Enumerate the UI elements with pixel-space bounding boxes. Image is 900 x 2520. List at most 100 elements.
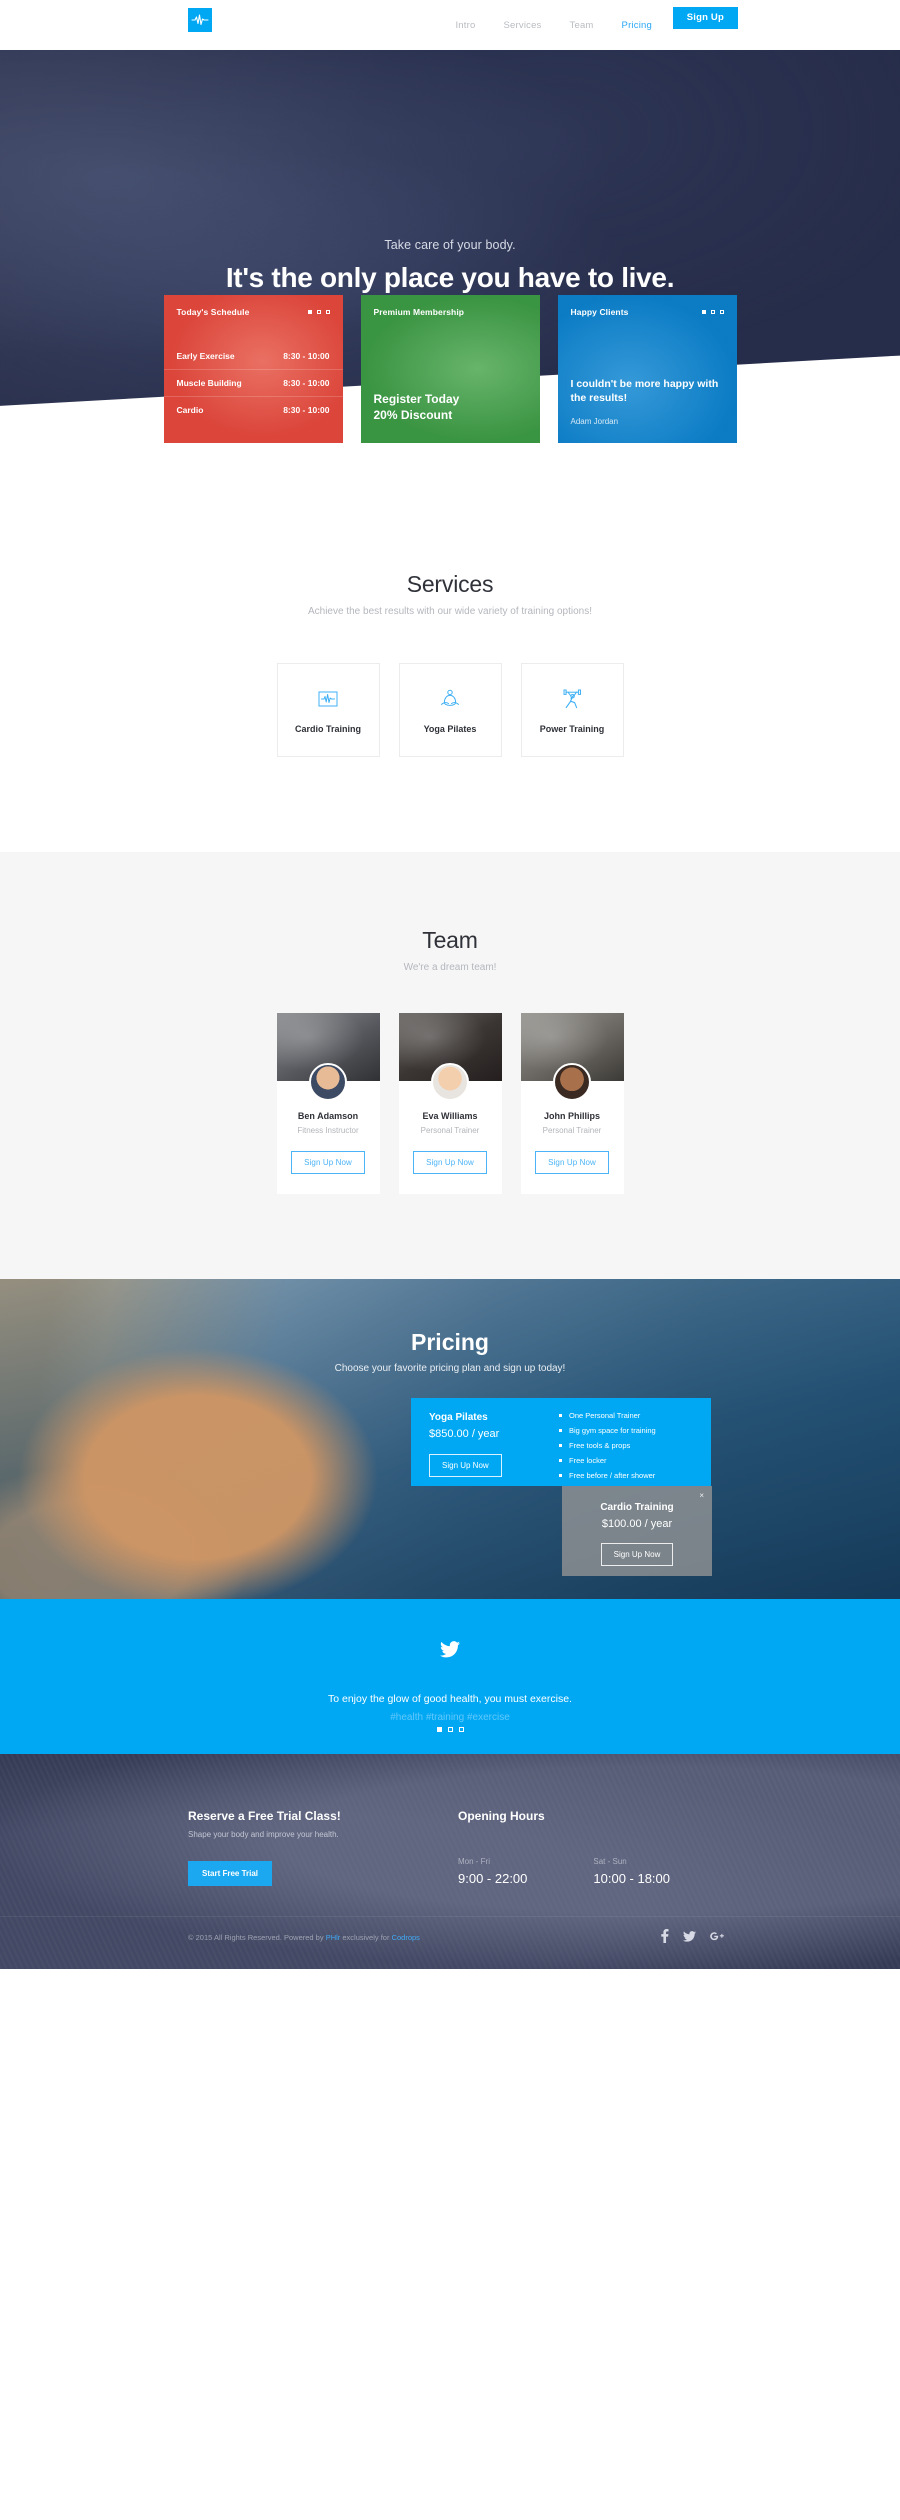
hours-weekday: Mon - Fri 9:00 - 22:00 <box>458 1857 527 1886</box>
schedule-row: Early Exercise 8:30 - 10:00 <box>164 343 343 369</box>
logo[interactable] <box>188 8 212 32</box>
tweet-text: To enjoy the glow of good health, you mu… <box>328 1693 572 1705</box>
plan-feature: One Personal Trainer <box>559 1411 656 1420</box>
team-signup-button[interactable]: Sign Up Now <box>413 1151 487 1174</box>
google-plus-icon[interactable] <box>710 1931 725 1945</box>
hero-title: It's the only place you have to live. <box>225 262 675 293</box>
team-card[interactable]: John Phillips Personal Trainer Sign Up N… <box>520 1013 624 1194</box>
feature-cards: Today's Schedule Early Exercise 8:30 - 1… <box>0 295 900 453</box>
heartbeat-icon <box>191 14 209 26</box>
schedule-card[interactable]: Today's Schedule Early Exercise 8:30 - 1… <box>163 295 343 443</box>
plan-price: $850.00 / year <box>429 1428 500 1440</box>
team-section: Team We're a dream team! Ben Adamson Fit… <box>0 852 900 1279</box>
plan-feature: Free tools & props <box>559 1441 656 1450</box>
team-title: Team <box>422 927 478 953</box>
services-subtitle: Achieve the best results with our wide v… <box>307 606 593 617</box>
landing-page: Intro Services Team Pricing Sign Up Take… <box>0 0 900 1969</box>
team-member-role: Fitness Instructor <box>297 1126 359 1135</box>
free-trial-heading: Reserve a Free Trial Class! <box>188 1809 341 1823</box>
carousel-dot[interactable] <box>436 1727 442 1732</box>
tweet-hashtags: #health #training #exercise <box>390 1712 510 1723</box>
team-member-name: Ben Adamson <box>297 1111 359 1121</box>
facebook-icon[interactable] <box>660 1929 669 1946</box>
client-quote: I couldn't be more happy with the result… <box>570 377 719 404</box>
pricing-plans: Yoga Pilates $850.00 / year Sign Up Now … <box>0 1398 900 1578</box>
plan-signup-button[interactable]: Sign Up Now <box>429 1454 502 1477</box>
schedule-row: Cardio 8:30 - 10:00 <box>163 396 343 423</box>
hours-weekend: Sat - Sun 10:00 - 18:00 <box>593 1857 670 1886</box>
schedule-row-name: Cardio <box>176 405 204 415</box>
membership-card-body: Register Today 20% Discount <box>374 391 460 423</box>
copyright-text: © 2015 All Rights Reserved. Powered by P… <box>188 1933 420 1942</box>
copyright-link-codrops[interactable]: Codrops <box>392 1933 420 1942</box>
plan-feature-list: One Personal Trainer Big gym space for t… <box>551 1398 656 1486</box>
clients-card-title: Happy Clients <box>570 307 629 317</box>
services-grid: Cardio Training Yoga Pilates Power Train… <box>0 663 900 757</box>
opening-hours-block: Opening Hours Mon - Fri 9:00 - 22:00 Sat… <box>458 1809 670 1886</box>
meditation-icon <box>439 686 461 712</box>
plan-feature: Free locker <box>559 1456 656 1465</box>
pricing-card-primary[interactable]: Yoga Pilates $850.00 / year Sign Up Now … <box>411 1398 711 1486</box>
plan-signup-button[interactable]: Sign Up Now <box>600 1543 674 1566</box>
services-section: Services Achieve the best results with o… <box>0 453 900 852</box>
hours-label: Mon - Fri <box>458 1857 490 1866</box>
team-card[interactable]: Eva Williams Personal Trainer Sign Up No… <box>398 1013 502 1194</box>
plan-name: Cardio Training <box>600 1502 674 1513</box>
membership-line-2: 20% Discount <box>373 407 453 422</box>
close-icon[interactable]: × <box>699 1491 704 1500</box>
service-card-yoga[interactable]: Yoga Pilates <box>398 663 502 757</box>
footer: Reserve a Free Trial Class! Shape your b… <box>0 1754 900 1969</box>
copyright-middle: exclusively for <box>340 1933 392 1942</box>
tweet-carousel-dots[interactable] <box>0 1727 900 1732</box>
nav-links: Intro Services Team Pricing <box>455 0 652 50</box>
start-free-trial-button[interactable]: Start Free Trial <box>188 1861 273 1886</box>
carousel-dot[interactable] <box>458 1727 464 1732</box>
service-label: Yoga Pilates <box>423 724 477 734</box>
team-grid: Ben Adamson Fitness Instructor Sign Up N… <box>0 1013 900 1194</box>
team-member-role: Personal Trainer <box>420 1126 480 1135</box>
schedule-row-time: 8:30 - 10:00 <box>283 378 330 388</box>
pricing-section: Pricing Choose your favorite pricing pla… <box>0 1279 900 1599</box>
plan-feature: Big gym space for training <box>559 1426 656 1435</box>
copyright-bar: © 2015 All Rights Reserved. Powered by P… <box>0 1916 900 1946</box>
free-trial-block: Reserve a Free Trial Class! Shape your b… <box>188 1809 458 1886</box>
service-label: Power Training <box>539 724 605 734</box>
service-label: Cardio Training <box>294 724 361 734</box>
pricing-subtitle: Choose your favorite pricing plan and si… <box>334 1363 566 1374</box>
service-card-power[interactable]: Power Training <box>520 663 624 757</box>
plan-name: Yoga Pilates <box>429 1412 488 1423</box>
clients-card-pagination[interactable] <box>701 310 724 314</box>
membership-card[interactable]: Premium Membership Register Today 20% Di… <box>360 295 540 443</box>
team-signup-button[interactable]: Sign Up Now <box>291 1151 365 1174</box>
nav-link-services[interactable]: Services <box>503 20 541 31</box>
team-signup-button[interactable]: Sign Up Now <box>535 1151 609 1174</box>
hours-value: 10:00 - 18:00 <box>593 1871 671 1886</box>
client-author: Adam Jordan <box>570 417 619 426</box>
schedule-row-time: 8:30 - 10:00 <box>283 351 330 361</box>
nav-link-pricing[interactable]: Pricing <box>622 20 652 31</box>
carousel-dot[interactable] <box>447 1727 453 1732</box>
nav-link-team[interactable]: Team <box>570 20 594 31</box>
nav-link-intro[interactable]: Intro <box>455 20 475 31</box>
schedule-row-name: Muscle Building <box>176 378 242 388</box>
plan-price: $100.00 / year <box>601 1518 673 1530</box>
avatar <box>553 1063 591 1101</box>
avatar <box>309 1063 347 1101</box>
schedule-card-pagination[interactable] <box>307 310 330 314</box>
service-card-cardio[interactable]: Cardio Training <box>276 663 380 757</box>
pricing-card-secondary[interactable]: × Cardio Training $100.00 / year Sign Up… <box>562 1486 712 1576</box>
hero-subtitle: Take care of your body. <box>384 238 516 252</box>
signup-button[interactable]: Sign Up <box>672 7 738 29</box>
membership-card-title: Premium Membership <box>373 307 465 317</box>
team-member-name: John Phillips <box>543 1111 600 1121</box>
schedule-row-name: Early Exercise <box>176 351 235 361</box>
clients-card[interactable]: Happy Clients I couldn't be more happy w… <box>557 295 737 443</box>
team-member-name: Eva Williams <box>422 1111 478 1121</box>
free-trial-text: Shape your body and improve your health. <box>188 1830 339 1839</box>
pricing-title: Pricing <box>411 1329 489 1355</box>
team-card[interactable]: Ben Adamson Fitness Instructor Sign Up N… <box>276 1013 380 1194</box>
twitter-icon[interactable] <box>683 1930 696 1945</box>
copyright-link-phlr[interactable]: PHlr <box>326 1933 341 1942</box>
team-subtitle: We're a dream team! <box>403 962 497 973</box>
schedule-row-time: 8:30 - 10:00 <box>283 405 330 415</box>
